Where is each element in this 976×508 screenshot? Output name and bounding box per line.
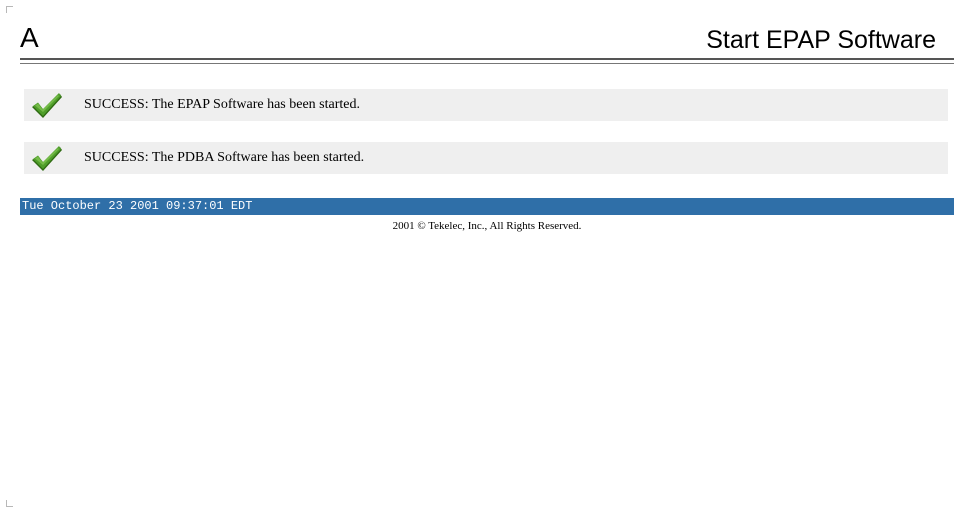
checkmark-icon [29,143,65,173]
frame-corner-top-left [6,6,13,13]
page-title: Start EPAP Software [706,26,936,54]
success-message: SUCCESS: The EPAP Software has been star… [24,89,948,121]
header-divider [20,58,954,64]
status-datetime: Tue October 23 2001 09:37:01 EDT [22,199,253,213]
status-bar: Tue October 23 2001 09:37:01 EDT [20,198,954,215]
success-message: SUCCESS: The PDBA Software has been star… [24,142,948,174]
checkmark-icon [29,90,65,120]
success-message-text: SUCCESS: The PDBA Software has been star… [84,150,365,165]
area-letter: A [20,22,39,53]
copyright-notice: 2001 © Tekelec, Inc., All Rights Reserve… [392,220,582,232]
success-message-text: SUCCESS: The EPAP Software has been star… [84,97,360,112]
frame-corner-bottom-left [6,500,13,507]
page-header: A Start EPAP Software [20,20,954,60]
